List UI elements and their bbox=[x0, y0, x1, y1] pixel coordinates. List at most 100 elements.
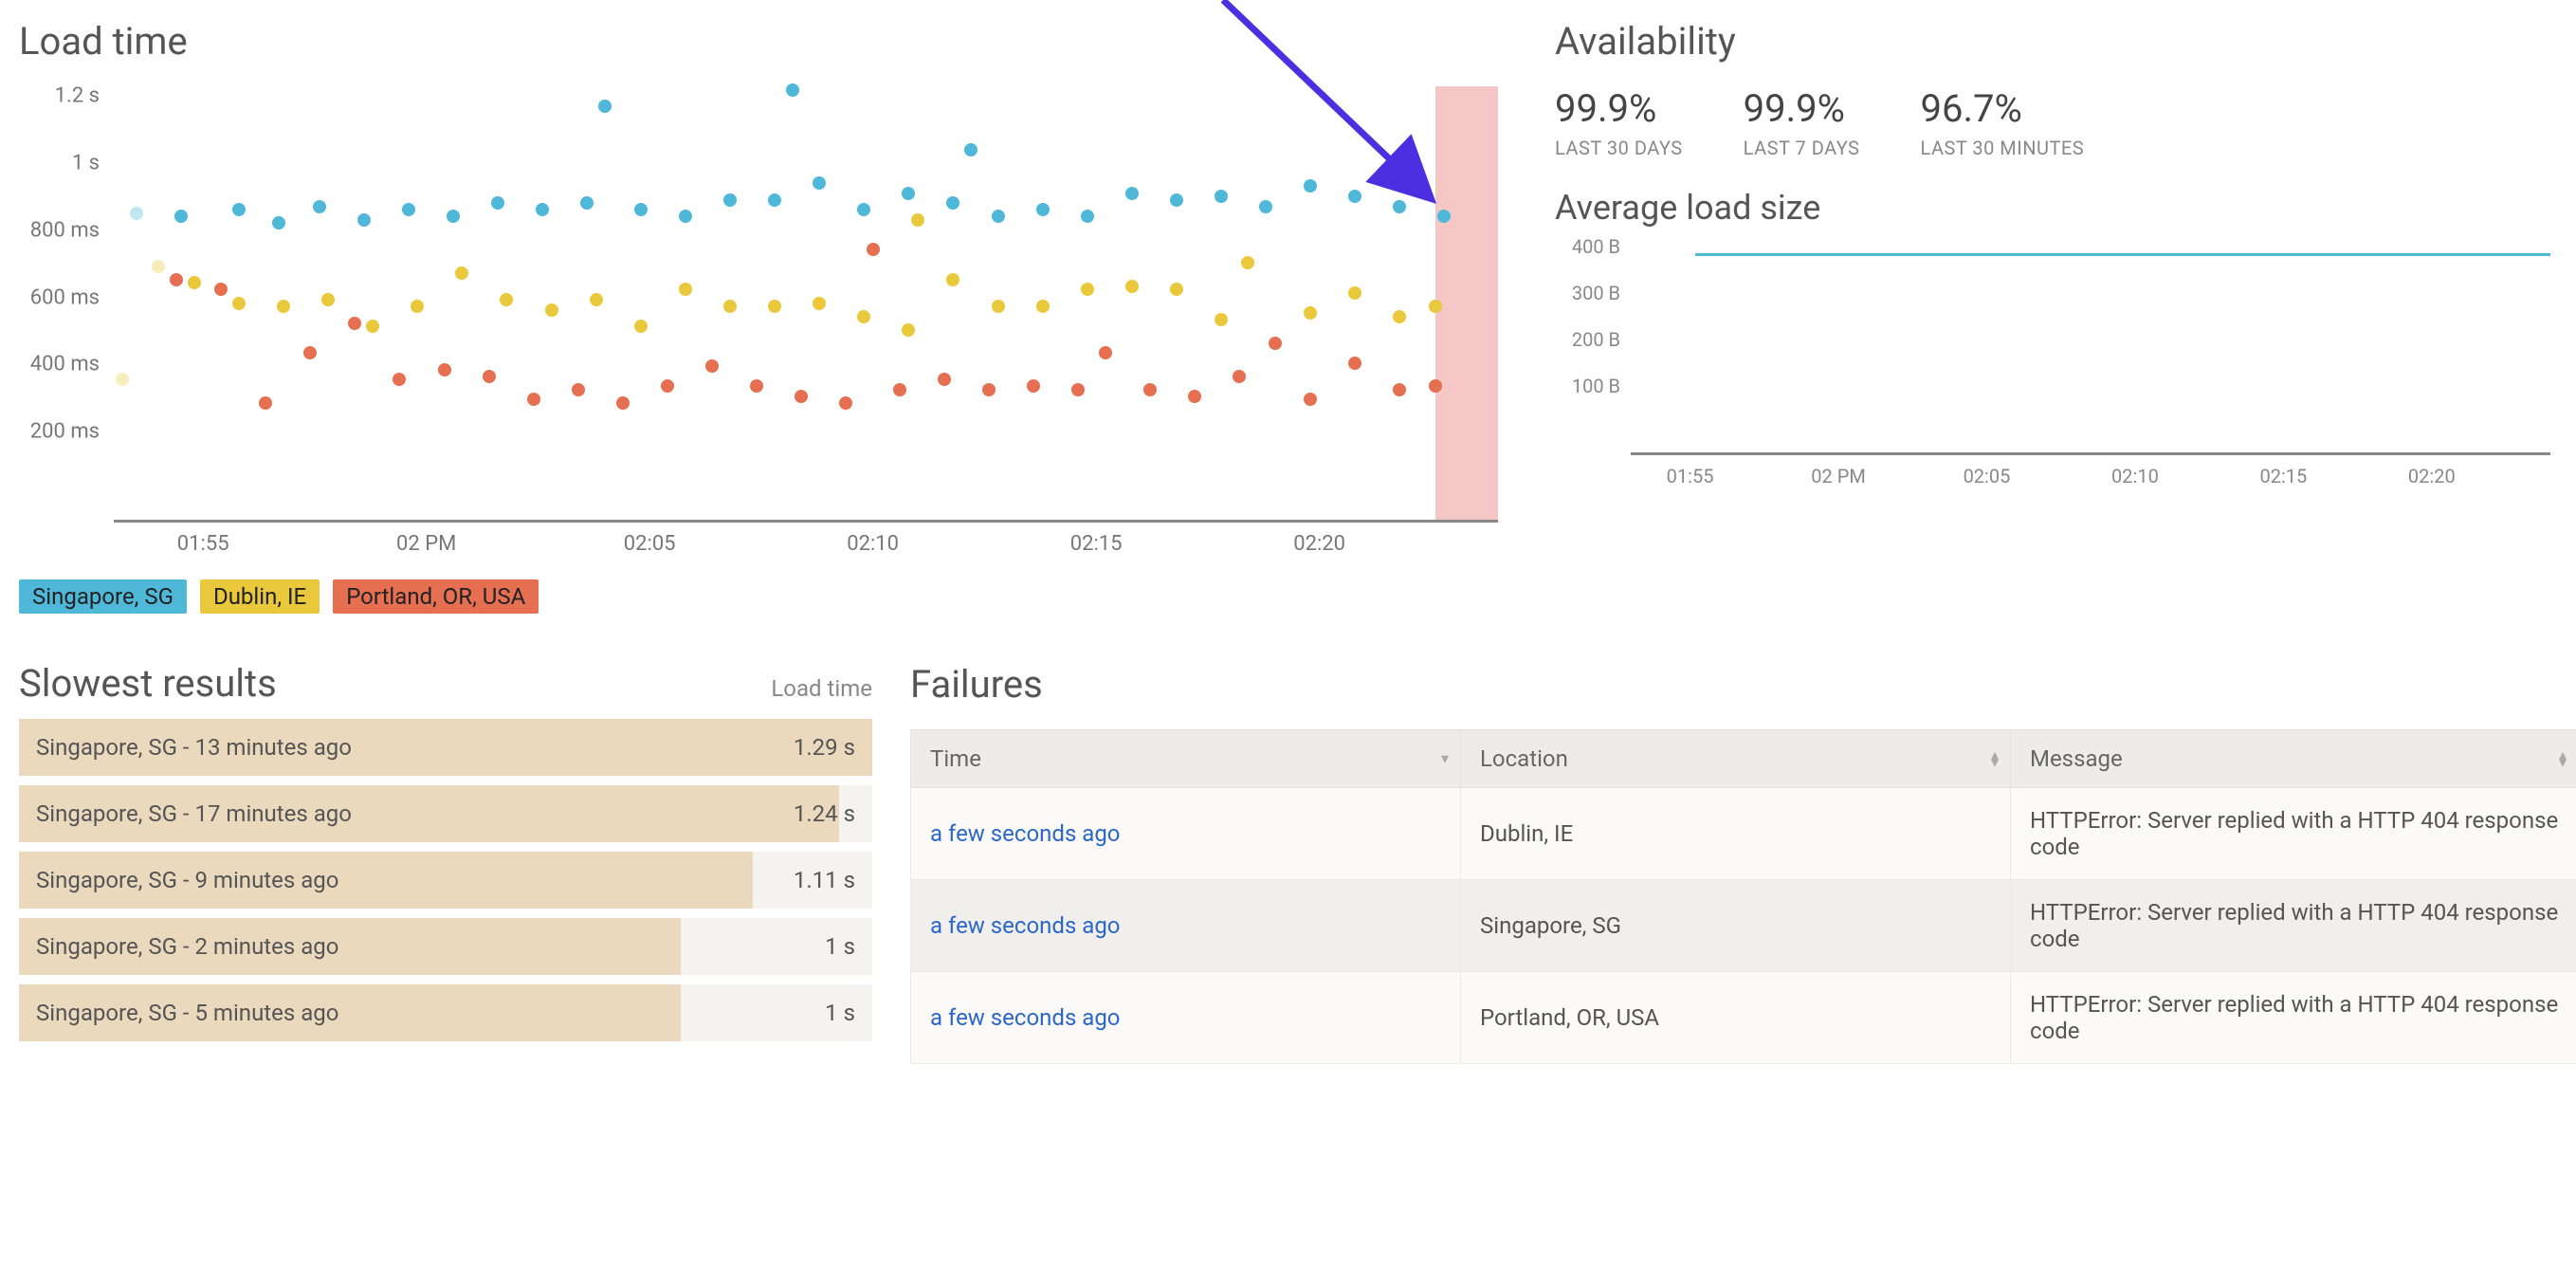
chart-point[interactable] bbox=[116, 373, 129, 386]
chart-point[interactable] bbox=[272, 216, 285, 230]
chart-point[interactable] bbox=[634, 203, 648, 216]
chart-point[interactable] bbox=[1259, 200, 1272, 213]
chart-point[interactable] bbox=[1125, 280, 1139, 293]
chart-point[interactable] bbox=[170, 273, 183, 286]
chart-point[interactable] bbox=[679, 210, 692, 223]
failures-row[interactable]: a few seconds agoSingapore, SGHTTPError:… bbox=[911, 880, 2576, 972]
chart-point[interactable] bbox=[411, 300, 424, 313]
chart-point[interactable] bbox=[447, 210, 460, 223]
chart-point[interactable] bbox=[580, 196, 594, 210]
chart-point[interactable] bbox=[590, 293, 603, 306]
chart-point[interactable] bbox=[786, 83, 799, 97]
chart-point[interactable] bbox=[1241, 256, 1254, 269]
chart-point[interactable] bbox=[455, 266, 468, 280]
chart-point[interactable] bbox=[1269, 337, 1282, 350]
chart-point[interactable] bbox=[366, 320, 379, 333]
chart-point[interactable] bbox=[902, 323, 915, 337]
chart-point[interactable] bbox=[536, 203, 549, 216]
chart-point[interactable] bbox=[232, 297, 246, 310]
chart-point[interactable] bbox=[750, 379, 763, 393]
chart-point[interactable] bbox=[679, 283, 692, 296]
chart-point[interactable] bbox=[902, 187, 915, 200]
chart-point[interactable] bbox=[1071, 383, 1085, 396]
slowest-row[interactable]: Singapore, SG - 2 minutes ago1 s bbox=[19, 918, 872, 975]
chart-point[interactable] bbox=[946, 196, 959, 210]
chart-point[interactable] bbox=[321, 293, 335, 306]
chart-point[interactable] bbox=[545, 303, 558, 317]
chart-point[interactable] bbox=[572, 383, 585, 396]
chart-point[interactable] bbox=[1027, 379, 1040, 393]
failures-row[interactable]: a few seconds agoDublin, IEHTTPError: Se… bbox=[911, 788, 2576, 880]
chart-point[interactable] bbox=[483, 370, 496, 383]
legend-item[interactable]: Singapore, SG bbox=[19, 579, 187, 614]
chart-point[interactable] bbox=[1036, 300, 1050, 313]
chart-point[interactable] bbox=[1081, 283, 1094, 296]
chart-point[interactable] bbox=[938, 373, 951, 386]
chart-point[interactable] bbox=[1393, 383, 1406, 396]
chart-point[interactable] bbox=[1429, 379, 1442, 393]
chart-point[interactable] bbox=[527, 393, 540, 406]
chart-point[interactable] bbox=[259, 396, 272, 410]
chart-point[interactable] bbox=[661, 379, 674, 393]
chart-point[interactable] bbox=[768, 300, 781, 313]
chart-point[interactable] bbox=[795, 390, 808, 403]
chart-point[interactable] bbox=[1143, 383, 1157, 396]
failures-row[interactable]: a few seconds agoPortland, OR, USAHTTPEr… bbox=[911, 972, 2576, 1064]
chart-point[interactable] bbox=[214, 283, 228, 296]
chart-point[interactable] bbox=[1393, 200, 1406, 213]
chart-point[interactable] bbox=[1437, 210, 1451, 223]
chart-point[interactable] bbox=[1036, 203, 1050, 216]
chart-point[interactable] bbox=[1081, 210, 1094, 223]
chart-point[interactable] bbox=[1125, 187, 1139, 200]
chart-point[interactable] bbox=[723, 193, 737, 207]
slowest-row[interactable]: Singapore, SG - 5 minutes ago1 s bbox=[19, 984, 872, 1041]
chart-point[interactable] bbox=[393, 373, 406, 386]
chart-point[interactable] bbox=[1233, 370, 1246, 383]
chart-point[interactable] bbox=[130, 207, 143, 220]
chart-point[interactable] bbox=[911, 213, 924, 227]
chart-point[interactable] bbox=[964, 143, 977, 156]
chart-point[interactable] bbox=[500, 293, 513, 306]
slowest-row[interactable]: Singapore, SG - 17 minutes ago1.24 s bbox=[19, 785, 872, 842]
chart-point[interactable] bbox=[1170, 283, 1183, 296]
chart-point[interactable] bbox=[438, 363, 451, 377]
chart-point[interactable] bbox=[188, 276, 201, 289]
chart-point[interactable] bbox=[1429, 300, 1442, 313]
chart-point[interactable] bbox=[634, 320, 648, 333]
chart-point[interactable] bbox=[1170, 193, 1183, 207]
failures-col-location[interactable]: Location ▴▾ bbox=[1461, 730, 2011, 788]
chart-point[interactable] bbox=[705, 359, 719, 373]
chart-point[interactable] bbox=[857, 203, 870, 216]
chart-point[interactable] bbox=[867, 243, 880, 256]
chart-point[interactable] bbox=[232, 203, 246, 216]
failure-time-link[interactable]: a few seconds ago bbox=[930, 820, 1121, 847]
chart-point[interactable] bbox=[946, 273, 959, 286]
chart-point[interactable] bbox=[813, 176, 826, 190]
chart-point[interactable] bbox=[598, 100, 612, 113]
chart-point[interactable] bbox=[992, 210, 1005, 223]
failure-time-link[interactable]: a few seconds ago bbox=[930, 912, 1121, 939]
chart-point[interactable] bbox=[1215, 190, 1228, 203]
chart-point[interactable] bbox=[303, 346, 317, 359]
chart-point[interactable] bbox=[768, 193, 781, 207]
chart-point[interactable] bbox=[893, 383, 906, 396]
chart-point[interactable] bbox=[1348, 357, 1361, 370]
load-time-chart[interactable]: 1.2 s1 s800 ms600 ms400 ms200 ms 01:5502… bbox=[19, 86, 1498, 560]
slowest-row[interactable]: Singapore, SG - 9 minutes ago1.11 s bbox=[19, 852, 872, 909]
chart-point[interactable] bbox=[723, 300, 737, 313]
chart-point[interactable] bbox=[1348, 286, 1361, 300]
chart-point[interactable] bbox=[402, 203, 415, 216]
chart-point[interactable] bbox=[174, 210, 188, 223]
failure-time-link[interactable]: a few seconds ago bbox=[930, 1004, 1121, 1031]
failures-col-message[interactable]: Message ▴▾ bbox=[2011, 730, 2576, 788]
chart-point[interactable] bbox=[813, 297, 826, 310]
chart-point[interactable] bbox=[348, 317, 361, 330]
chart-point[interactable] bbox=[1348, 190, 1361, 203]
chart-point[interactable] bbox=[357, 213, 371, 227]
chart-point[interactable] bbox=[491, 196, 504, 210]
chart-point[interactable] bbox=[616, 396, 630, 410]
chart-point[interactable] bbox=[1099, 346, 1112, 359]
avg-load-size-chart[interactable]: 400 B300 B200 B100 B 01:5502 PM02:0502:1… bbox=[1555, 247, 2550, 493]
chart-point[interactable] bbox=[857, 310, 870, 323]
chart-point[interactable] bbox=[1188, 390, 1201, 403]
